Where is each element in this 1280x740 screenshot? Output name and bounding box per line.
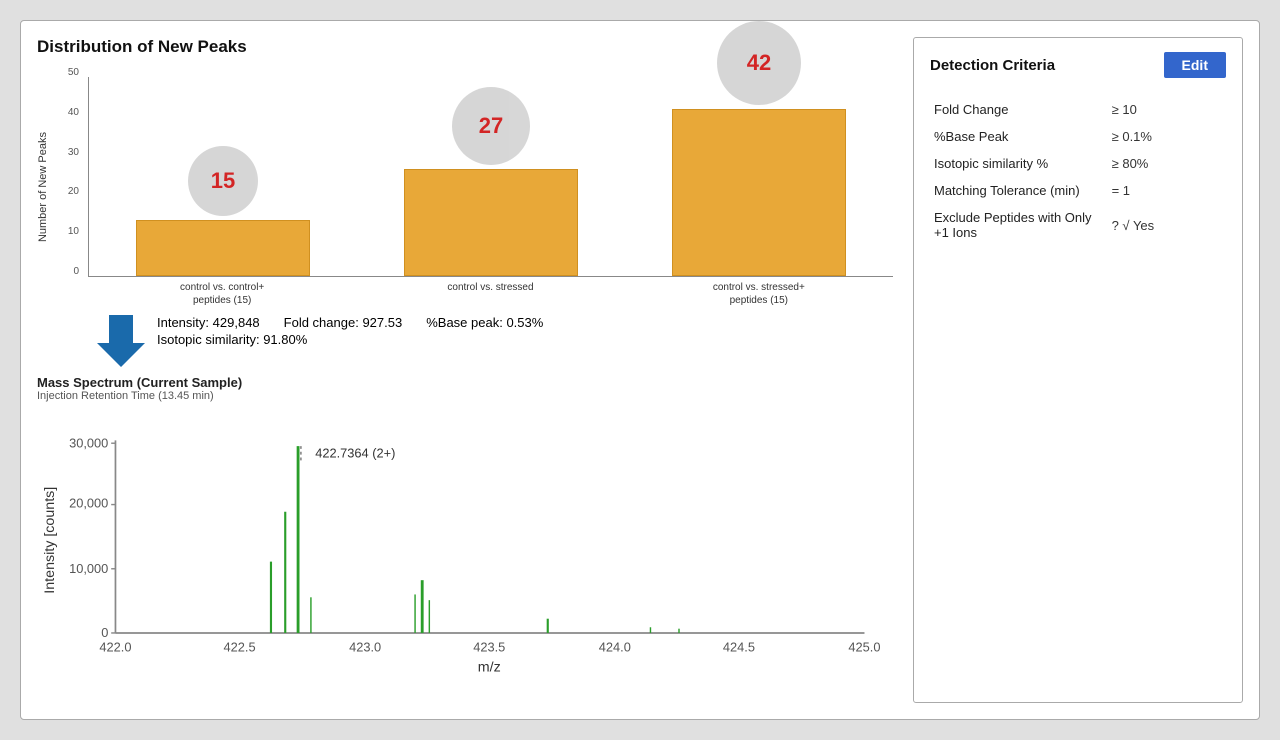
down-arrow-icon xyxy=(97,315,145,367)
criteria-panel: Detection Criteria Edit Fold Change ≥ 10… xyxy=(913,37,1243,703)
isotopic-stat: Isotopic similarity: 91.80% xyxy=(157,332,307,347)
bar-group-3: 42 xyxy=(625,77,893,276)
spectrum-chart: 0 10,000 20,000 30,000 Intensity [counts… xyxy=(37,406,893,703)
criteria-header: Detection Criteria Edit xyxy=(930,52,1226,78)
x-label-1: control vs. control+peptides (15) xyxy=(88,277,356,307)
stats-row-2: Isotopic similarity: 91.80% xyxy=(157,332,543,347)
chart-plot: 0 10 20 30 40 50 15 xyxy=(53,67,893,277)
criteria-name-isotopic: Isotopic similarity % xyxy=(930,150,1108,177)
chart-inner: 0 10 20 30 40 50 15 xyxy=(53,67,893,307)
svg-text:30,000: 30,000 xyxy=(69,436,108,451)
stats-row-1: Intensity: 429,848 Fold change: 927.53 %… xyxy=(157,315,543,330)
criteria-value-fold-change: ≥ 10 xyxy=(1108,96,1226,123)
svg-text:Intensity [counts]: Intensity [counts] xyxy=(42,487,58,594)
svg-text:m/z: m/z xyxy=(478,659,501,675)
edit-button[interactable]: Edit xyxy=(1164,52,1226,78)
arrow-stats: Intensity: 429,848 Fold change: 927.53 %… xyxy=(97,315,893,367)
criteria-name-base-peak: %Base Peak xyxy=(930,123,1108,150)
svg-text:424.5: 424.5 xyxy=(723,640,755,655)
bubble-2: 27 xyxy=(452,87,530,165)
intensity-label: Intensity: 429,848 xyxy=(157,315,260,330)
base-peak-stat: %Base peak: 0.53% xyxy=(426,315,543,330)
bar-group-1: 15 xyxy=(89,77,357,276)
y-tick-50: 50 xyxy=(53,67,83,78)
criteria-value-isotopic: ≥ 80% xyxy=(1108,150,1226,177)
svg-text:425.0: 425.0 xyxy=(848,640,880,655)
criteria-row-tolerance: Matching Tolerance (min) = 1 xyxy=(930,177,1226,204)
y-tick-40: 40 xyxy=(53,107,83,118)
spectrum-title: Mass Spectrum (Current Sample) xyxy=(37,375,893,390)
y-tick-0: 0 xyxy=(53,266,83,277)
criteria-name-tolerance: Matching Tolerance (min) xyxy=(930,177,1108,204)
criteria-value-tolerance: = 1 xyxy=(1108,177,1226,204)
main-container: Distribution of New Peaks Number of New … xyxy=(20,20,1260,720)
bar-chart-area: Number of New Peaks 0 10 20 30 40 50 xyxy=(37,67,893,307)
x-labels: control vs. control+peptides (15) contro… xyxy=(88,277,893,307)
bubble-3: 42 xyxy=(717,21,801,105)
stats-text: Intensity: 429,848 Fold change: 927.53 %… xyxy=(157,315,543,347)
spectrum-subtitle: Injection Retention Time (13.45 min) xyxy=(37,390,893,402)
fold-change-stat: Fold change: 927.53 xyxy=(284,315,403,330)
left-panel: Distribution of New Peaks Number of New … xyxy=(37,37,893,703)
y-tick-10: 10 xyxy=(53,226,83,237)
criteria-name-exclude: Exclude Peptides with Only +1 Ions xyxy=(930,204,1108,246)
bar-3 xyxy=(672,109,846,276)
spectrum-svg: 0 10,000 20,000 30,000 Intensity [counts… xyxy=(37,406,893,703)
svg-text:20,000: 20,000 xyxy=(69,495,108,510)
bar-2 xyxy=(404,169,578,276)
svg-text:0: 0 xyxy=(101,625,108,640)
svg-text:422.7364 (2+): 422.7364 (2+) xyxy=(315,445,395,460)
spectrum-section: Mass Spectrum (Current Sample) Injection… xyxy=(37,375,893,703)
bubble-1: 15 xyxy=(188,146,258,216)
y-axis-label: Number of New Peaks xyxy=(37,132,49,242)
bars-area: 15 27 xyxy=(88,77,893,277)
svg-text:424.0: 424.0 xyxy=(599,640,631,655)
bar-1 xyxy=(136,220,310,276)
bar-group-2: 27 xyxy=(357,77,625,276)
svg-text:422.0: 422.0 xyxy=(99,640,131,655)
criteria-row-fold-change: Fold Change ≥ 10 xyxy=(930,96,1226,123)
criteria-table: Fold Change ≥ 10 %Base Peak ≥ 0.1% Isoto… xyxy=(930,96,1226,246)
criteria-value-base-peak: ≥ 0.1% xyxy=(1108,123,1226,150)
svg-text:423.0: 423.0 xyxy=(349,640,381,655)
x-label-2: control vs. stressed xyxy=(356,277,624,307)
svg-text:422.5: 422.5 xyxy=(224,640,256,655)
y-tick-20: 20 xyxy=(53,186,83,197)
svg-text:10,000: 10,000 xyxy=(69,561,108,576)
x-label-3: control vs. stressed+peptides (15) xyxy=(625,277,893,307)
y-ticks: 0 10 20 30 40 50 xyxy=(53,67,83,277)
criteria-row-base-peak: %Base Peak ≥ 0.1% xyxy=(930,123,1226,150)
y-tick-30: 30 xyxy=(53,147,83,158)
criteria-row-exclude: Exclude Peptides with Only +1 Ions ? √ Y… xyxy=(930,204,1226,246)
right-panel: Detection Criteria Edit Fold Change ≥ 10… xyxy=(913,37,1243,703)
criteria-row-isotopic: Isotopic similarity % ≥ 80% xyxy=(930,150,1226,177)
svg-text:423.5: 423.5 xyxy=(473,640,505,655)
criteria-value-exclude: ? √ Yes xyxy=(1108,204,1226,246)
criteria-panel-title: Detection Criteria xyxy=(930,57,1055,74)
criteria-name-fold-change: Fold Change xyxy=(930,96,1108,123)
